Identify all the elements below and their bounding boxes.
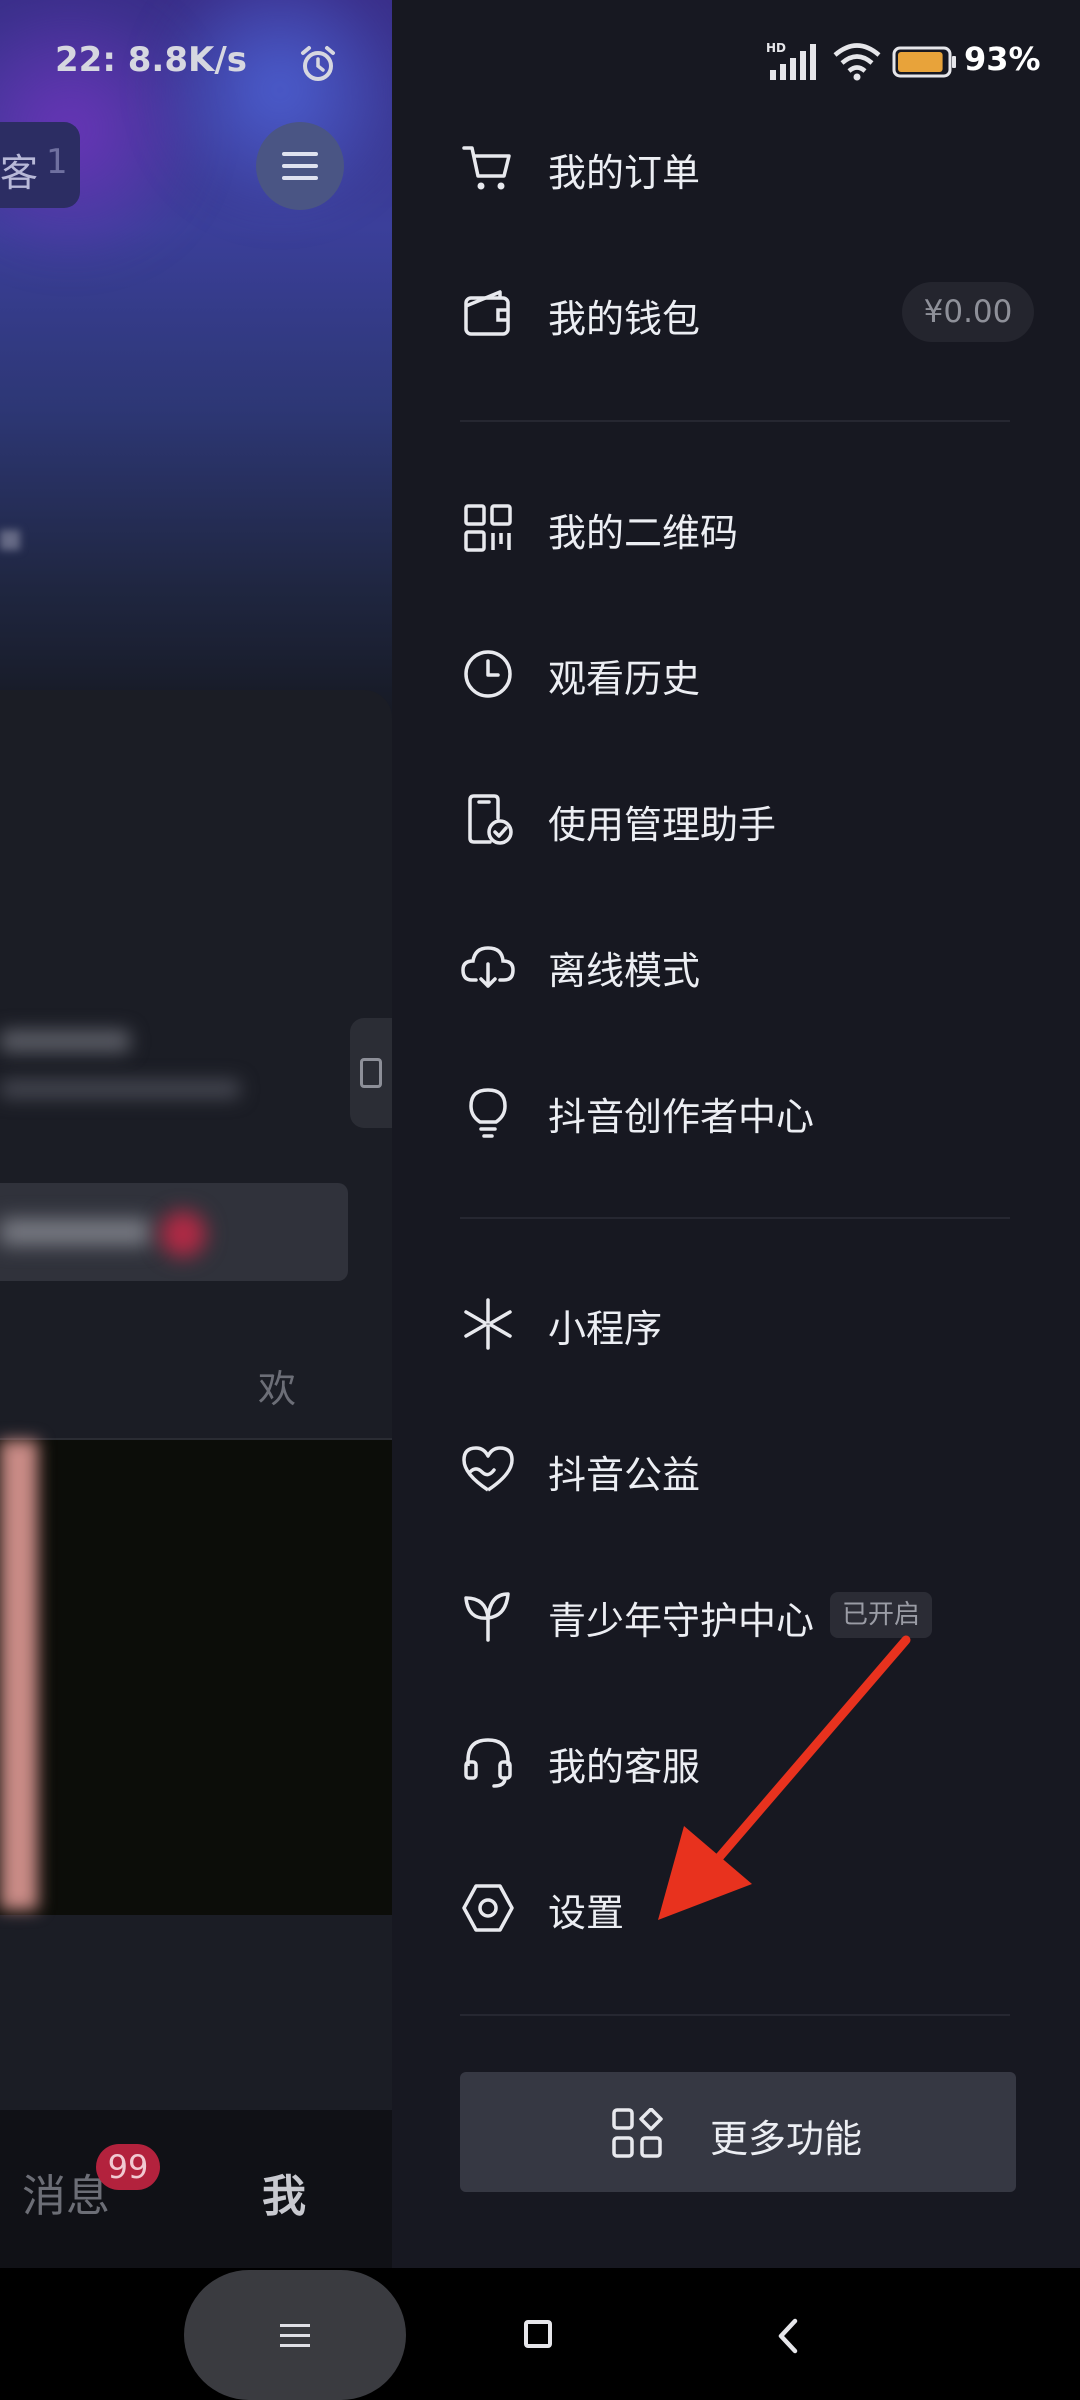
divider <box>460 2014 1010 2016</box>
bottom-nav: 消息 99 我 <box>0 2110 392 2268</box>
menu-item-label: 我的钱包 <box>548 297 701 341</box>
menu-item-label: 使用管理助手 <box>548 803 777 847</box>
sprout-icon <box>464 1592 510 1642</box>
grid-apps-icon <box>612 2108 663 2158</box>
menu-item-label: 抖音公益 <box>548 1453 701 1497</box>
battery-percent: 93% <box>964 40 1041 78</box>
menu-item-offline-mode[interactable]: 离线模式 <box>460 916 1080 1026</box>
headset-icon <box>464 1738 512 1788</box>
recents-button[interactable] <box>184 2270 406 2400</box>
menu-item-label: 抖音创作者中心 <box>548 1095 815 1139</box>
phone-check-icon <box>468 794 513 845</box>
annotation-arrow <box>658 1635 911 1920</box>
menu-item-mini-programs[interactable]: 小程序 <box>460 1274 1080 1384</box>
menu-item-label: 观看历史 <box>548 657 701 701</box>
network-type: HD <box>766 41 786 55</box>
alarm-icon <box>301 46 335 81</box>
mini-program-icon <box>464 1298 512 1350</box>
tab-likes[interactable]: 欢 <box>258 1358 296 1413</box>
cloud-download-icon <box>461 946 515 988</box>
hamburger-menu-button[interactable] <box>256 122 344 210</box>
video-thumbnail[interactable] <box>0 1440 392 1915</box>
cellular-signal-icon: HD <box>766 41 816 80</box>
blurred-row <box>0 1183 348 1281</box>
background-app-screen: 客 1 欢 消息 99 我 <box>0 0 392 2268</box>
menu-item-charity[interactable]: 抖音公益 <box>460 1420 1080 1530</box>
menu-item-label: 小程序 <box>548 1307 663 1351</box>
home-button[interactable] <box>524 2320 552 2348</box>
more-features-button[interactable]: 更多功能 <box>460 2072 1016 2192</box>
status-time-speed: 22: 8.8K/s <box>55 40 247 80</box>
menu-item-label: 设置 <box>548 1891 625 1935</box>
side-tab[interactable] <box>350 1018 392 1128</box>
messages-badge: 99 <box>96 2144 160 2190</box>
wallet-icon <box>464 290 510 336</box>
hexagon-settings-icon <box>462 1884 514 1932</box>
visitor-chip[interactable]: 客 1 <box>0 122 80 208</box>
menu-item-label: 我的二维码 <box>548 511 739 555</box>
menu-item-watch-history[interactable]: 观看历史 <box>460 624 1080 734</box>
nav-me[interactable]: 我 <box>262 2160 306 2224</box>
wifi-icon <box>833 43 881 81</box>
menu-item-label: 离线模式 <box>548 949 701 993</box>
menu-item-orders[interactable]: 我的订单 <box>460 118 1080 228</box>
menu-item-creator-center[interactable]: 抖音创作者中心 <box>460 1062 1080 1172</box>
document-icon <box>360 1058 382 1088</box>
divider <box>460 1217 1010 1219</box>
menu-item-label: 我的订单 <box>548 151 701 195</box>
more-features-label: 更多功能 <box>710 2117 863 2161</box>
clock-icon <box>464 650 512 698</box>
cart-icon <box>462 146 511 190</box>
qr-code-icon <box>464 504 512 552</box>
menu-item-usage-assistant[interactable]: 使用管理助手 <box>460 770 1080 880</box>
back-button[interactable] <box>776 2318 800 2354</box>
wallet-balance: ¥0.00 <box>902 282 1034 342</box>
menu-item-qr-code[interactable]: 我的二维码 <box>460 478 1080 588</box>
visitor-count: 1 <box>46 142 68 182</box>
battery-icon <box>892 46 956 78</box>
divider <box>460 420 1010 422</box>
visitor-label: 客 <box>0 151 39 195</box>
lightbulb-icon <box>469 1088 507 1138</box>
heart-hand-icon <box>462 1446 514 1492</box>
